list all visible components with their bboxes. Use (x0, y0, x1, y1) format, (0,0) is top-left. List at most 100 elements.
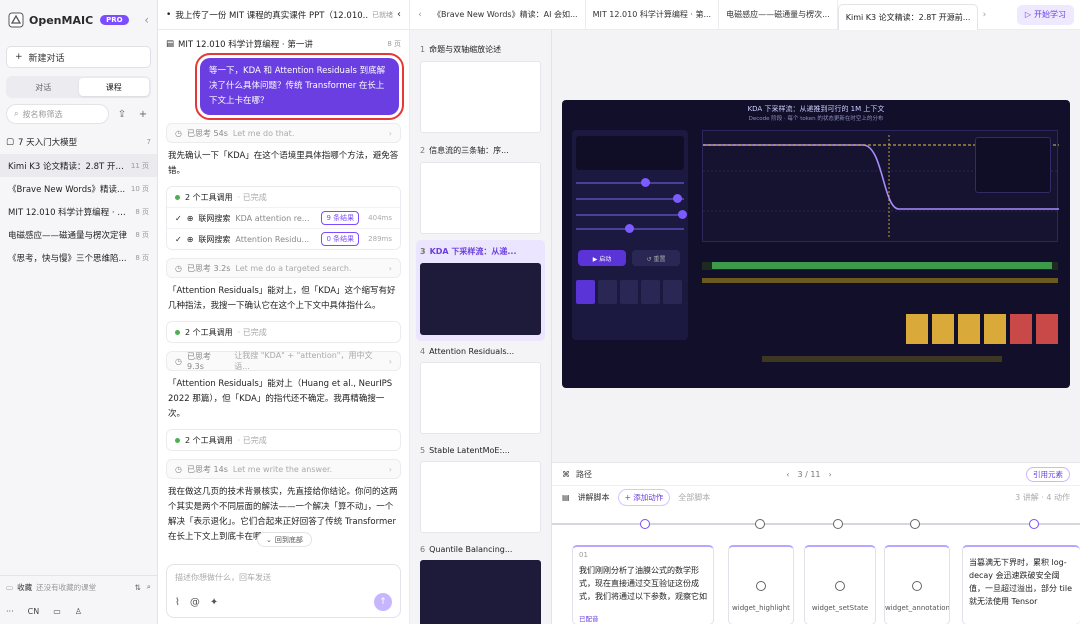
course-item[interactable]: 电磁感应——磁通量与楞次定律 8 页 (0, 223, 157, 246)
filter-input[interactable]: ⌕ 按名称筛选 (6, 104, 109, 124)
favorites-row[interactable]: ▭ 收藏 还没有收藏的课堂 ⇅ ⌕ (0, 576, 157, 598)
language-toggle[interactable]: CN (28, 607, 40, 616)
mode-button[interactable] (597, 280, 617, 304)
timeline-node[interactable] (1029, 519, 1039, 529)
mode-button[interactable] (641, 280, 661, 304)
chat-header: • 我上传了一份 MIT 课程的真实课件 PPT（12.010... 已就绪 ‹ (158, 0, 409, 30)
course-item[interactable]: Kimi K3 论文精读：2.8T 开源... 11 页 (0, 154, 157, 177)
sparkle-icon[interactable]: ✦ (210, 597, 218, 608)
search-icon[interactable]: ⌕ (147, 582, 151, 592)
slider[interactable] (576, 224, 684, 233)
start-learning-button[interactable]: ▷ 开始学习 (1016, 4, 1074, 25)
timeline-node[interactable] (833, 519, 843, 529)
monitor-icon[interactable]: ▭ (53, 607, 61, 616)
timeline-node[interactable] (755, 519, 765, 529)
send-button[interactable]: ↑ (374, 593, 392, 611)
action-name: widget_annotation (885, 604, 950, 612)
tab-course[interactable]: 课程 (78, 78, 149, 96)
all-scripts[interactable]: 全部脚本 (678, 492, 710, 503)
mode-button[interactable] (663, 280, 682, 304)
script-card[interactable]: 01 我们刚刚分析了油膜公式的数学形式，现在直接通过交互验证这份成式，我们将通过… (572, 545, 714, 624)
course-group[interactable]: ▢ 7 天入门大模型 7 (6, 134, 151, 150)
script-card[interactable]: 当篡满无下界时，累积 log-decay 会迅速跌破安全阈值，一旦超过溢出，部分… (962, 545, 1080, 624)
slider-knob[interactable] (640, 178, 650, 187)
course-pages: 8 页 (387, 40, 401, 48)
chevron-right-icon[interactable]: › (829, 470, 832, 479)
voiced-label: 已配音 (579, 615, 599, 623)
action-name: widget_setState (811, 604, 869, 612)
thinking-time: 已思考 54s (186, 128, 228, 138)
slider[interactable] (576, 210, 687, 219)
slide-title: Attention Residuals... (429, 347, 515, 356)
reset-button[interactable]: ↺ 重置 (632, 250, 680, 266)
action-card[interactable]: widget_setState (804, 545, 876, 624)
slide-thumbnail[interactable]: 5 Stable LatentMoE:... (416, 440, 545, 539)
folder-icon: ▭ (6, 582, 14, 592)
upload-icon[interactable]: ⇪ (114, 109, 130, 120)
mode-button[interactable] (576, 280, 595, 304)
thinking-chip[interactable]: ◷ 已思考 3.2s Let me do a targeted search. › (166, 258, 401, 278)
clock-icon: ◷ (175, 356, 182, 366)
course-tab[interactable]: 《Brave New Words》精读：AI 会如... (426, 0, 586, 30)
tool-call-header[interactable]: 2 个工具调用 · 已完成 (167, 187, 400, 207)
add-icon[interactable]: + (135, 109, 151, 120)
tool-name: 联网搜索 (198, 234, 231, 244)
slide-number: 1 (420, 45, 426, 54)
new-chat-button[interactable]: + 新建对话 (6, 46, 151, 68)
slide-title: KDA 下采样流：从递... (429, 247, 517, 256)
back-to-bottom-button[interactable]: ⌄ 回到底部 (257, 532, 312, 547)
status-dot (175, 329, 180, 335)
slide-thumbnail[interactable]: 6 Quantile Balancing... (416, 539, 545, 624)
course-item[interactable]: MIT 12.010 科学计算编程 · 第... 8 页 (0, 200, 157, 223)
tool-call-header[interactable]: 2 个工具调用 · 已完成 (167, 322, 400, 342)
sort-icon[interactable]: ⇅ (135, 583, 141, 592)
slider-knob[interactable] (677, 210, 687, 219)
course-tab[interactable]: MIT 12.010 科学计算编程 · 第... (586, 0, 720, 30)
timeline-node[interactable] (640, 519, 650, 529)
slide-thumbnail[interactable]: 4 Attention Residuals... (416, 341, 545, 440)
slide-preview (420, 560, 541, 624)
slider[interactable] (576, 194, 684, 203)
chevron-left-icon[interactable]: ‹ (414, 10, 426, 20)
run-button[interactable]: ▶ 启动 (578, 250, 626, 266)
attach-icon[interactable]: ⌇ (175, 597, 180, 608)
chevron-right-icon: › (388, 356, 392, 366)
chevron-left-icon[interactable]: ‹ (397, 9, 401, 20)
tab-chat[interactable]: 对话 (8, 78, 79, 96)
fav-text: 还没有收藏的课堂 (36, 582, 97, 592)
slide-thumbnail-selected[interactable]: 3 KDA 下采样流：从递... (416, 240, 545, 341)
thinking-chip[interactable]: ◷ 已思考 9.3s 让我搜 "KDA" + "attention"，用中文语...… (166, 351, 401, 371)
user-icon[interactable]: ♙ (75, 607, 82, 616)
course-item[interactable]: 《思考，快与慢》三个思维陷... 8 页 (0, 246, 157, 269)
tool-call-group[interactable]: 2 个工具调用 · 已完成 (166, 321, 401, 343)
collapse-sidebar-icon[interactable]: ‹ (144, 13, 149, 27)
thinking-chip[interactable]: ◷ 已思考 14s Let me write the answer. › (166, 459, 401, 479)
chevron-right-icon[interactable]: › (978, 10, 990, 20)
slider-knob[interactable] (673, 194, 683, 203)
at-icon[interactable]: @ (190, 597, 200, 608)
slide-thumbnail[interactable]: 1 命题与双轴缩放论述 (416, 38, 545, 139)
action-card[interactable]: widget_highlight (728, 545, 794, 624)
course-tab[interactable]: 电磁感应——磁通量与楞次... (719, 0, 838, 30)
timeline-node[interactable] (910, 519, 920, 529)
chevron-left-icon[interactable]: ‹ (786, 470, 789, 479)
chat-input[interactable]: 描述你想做什么，回车发送 ⌇ @ ✦ ↑ (166, 564, 401, 618)
slide-preview (420, 162, 541, 234)
slider[interactable] (576, 178, 684, 187)
thinking-chip[interactable]: ◷ 已思考 54s Let me do that. › (166, 123, 401, 143)
slider-knob[interactable] (624, 224, 634, 233)
reference-element-button[interactable]: 引用元素 (1026, 466, 1070, 482)
tool-call-group[interactable]: 2 个工具调用 · 已完成 (166, 429, 401, 451)
mode-button[interactable] (619, 280, 639, 304)
tool-call-row[interactable]: ✓ ⊕ 联网搜索 Attention Residu... 0 条结果 289ms (167, 228, 400, 249)
course-tab-active[interactable]: Kimi K3 论文精读：2.8T 开源前... (837, 3, 979, 30)
more-icon[interactable]: ··· (6, 607, 14, 616)
clock-icon: ◷ (175, 263, 182, 273)
action-name: widget_highlight (732, 604, 790, 612)
tool-call-row[interactable]: ✓ ⊕ 联网搜索 KDA attention re... 9 条结果 404ms (167, 207, 400, 228)
action-card[interactable]: widget_annotation (884, 545, 950, 624)
slide-thumbnail[interactable]: 2 信息流的三条轴：序... (416, 139, 545, 240)
course-item[interactable]: 《Brave New Words》精读... 10 页 (0, 177, 157, 200)
tool-call-header[interactable]: 2 个工具调用 · 已完成 (167, 430, 400, 450)
add-action-button[interactable]: + 添加动作 (617, 489, 671, 506)
